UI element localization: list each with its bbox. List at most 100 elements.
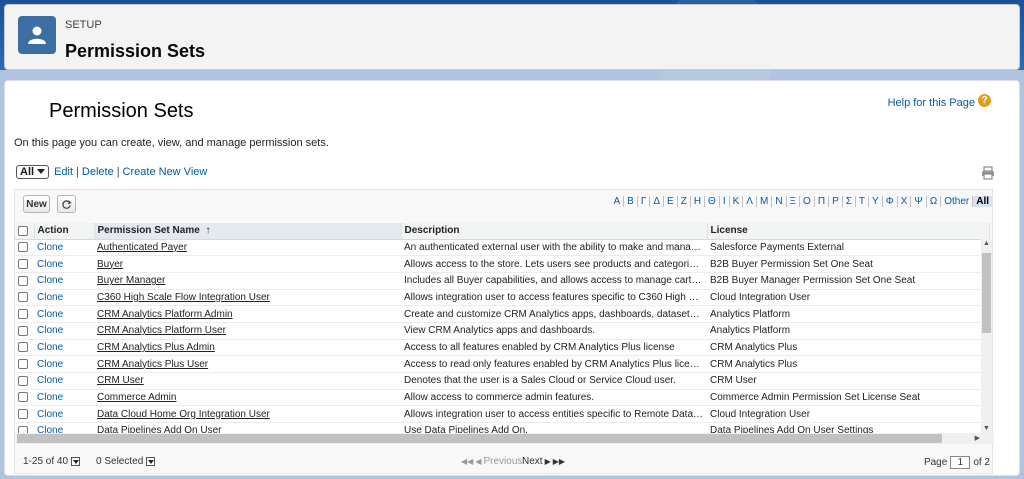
permission-set-name-link[interactable]: Buyer Manager [94,272,401,289]
scroll-right-icon[interactable]: ▶ [975,434,980,442]
alpha-filter-β[interactable]: Β [624,196,638,207]
permission-set-name-link[interactable]: Authenticated Payer [94,239,401,256]
edit-view-link[interactable]: Edit [54,166,73,178]
help-link[interactable]: Help for this Page [888,97,975,109]
help-icon[interactable]: ? [978,94,991,107]
refresh-button[interactable] [57,195,76,213]
column-permission-set-name[interactable]: Permission Set Name ↑ [94,223,402,240]
row-checkbox[interactable] [18,258,28,269]
license-cell: B2B Buyer Manager Permission Set One Sea… [710,275,916,287]
alpha-filter-ξ[interactable]: Ξ [787,196,801,207]
row-checkbox[interactable] [18,342,28,353]
clone-link[interactable]: Clone [37,292,63,303]
clone-link[interactable]: Clone [37,325,63,336]
selection-select[interactable]: 0 Selected [96,456,156,467]
column-action: Action [34,223,95,240]
table-row: Clone CRM Analytics Platform Admin Create … [15,305,989,323]
chevron-down-icon [37,169,46,174]
delete-view-link[interactable]: Delete [82,166,114,178]
row-checkbox[interactable] [18,275,28,286]
row-checkbox[interactable] [18,308,28,319]
previous-page[interactable]: ◀◀ ◀ Previous [461,456,522,467]
list-toolbar: New A Β Γ Δ Ε Ζ Η Θ Ι Κ Λ Μ Ν Ξ Ο Π Ρ Σ Τ Υ Φ Χ Ψ Ω Other All [15,190,992,220]
printer-icon[interactable] [981,166,995,185]
row-select-cell [15,373,34,390]
alpha-filter-other[interactable]: Other [941,196,974,207]
alpha-filter-ν[interactable]: Ν [772,196,787,207]
permission-set-name-link[interactable]: CRM Analytics Platform Admin [94,306,401,323]
column-description[interactable]: Description [401,223,708,240]
row-checkbox[interactable] [18,325,28,336]
intro-text: On this page you can create, view, and m… [14,137,329,149]
clone-link[interactable]: Clone [37,242,63,253]
clone-link[interactable]: Clone [37,375,63,386]
clone-link[interactable]: Clone [37,309,63,320]
alpha-filter-π[interactable]: Π [815,196,830,207]
clone-link[interactable]: Clone [37,342,63,353]
permission-set-name-link[interactable]: Data Cloud Home Org Integration User [94,406,401,423]
view-select[interactable]: All [16,165,50,179]
alpha-filter-ο[interactable]: Ο [800,196,815,207]
alpha-filter-ζ[interactable]: Ζ [678,196,691,207]
select-all-checkbox[interactable] [18,225,28,236]
row-checkbox[interactable] [18,392,28,403]
alpha-filter-ω[interactable]: Ω [927,196,942,207]
permission-set-name-link[interactable]: CRM User [94,373,401,390]
horizontal-scroll-thumb[interactable] [17,434,942,443]
previous-label: Previous [483,456,523,467]
alpha-filter-μ[interactable]: Μ [757,196,773,207]
clone-link[interactable]: Clone [37,359,63,370]
alpha-filter-δ[interactable]: Δ [650,196,665,207]
alpha-filter-γ[interactable]: Γ [638,196,651,207]
scroll-down-icon[interactable]: ▼ [983,425,990,432]
alpha-filter-ρ[interactable]: Ρ [829,196,843,207]
permission-set-name-link[interactable]: CRM Analytics Plus User [94,356,401,373]
alpha-filter-η[interactable]: Η [691,196,706,207]
row-checkbox[interactable] [18,242,28,253]
record-range: 1-25 of 40 [23,456,69,467]
alpha-filter-τ[interactable]: Τ [856,196,870,207]
permission-set-name-link[interactable]: CRM Analytics Platform User [94,322,401,339]
action-cell: Clone [34,306,94,323]
alpha-filter-σ[interactable]: Σ [843,196,856,207]
row-checkbox[interactable] [18,409,28,420]
clone-link[interactable]: Clone [37,409,63,420]
alpha-filter-χ[interactable]: Χ [898,196,912,207]
description-cell: Access to all features enabled by CRM An… [404,341,675,353]
alpha-filter-λ[interactable]: Λ [743,196,757,207]
alpha-filter-φ[interactable]: Φ [883,196,898,207]
vertical-scroll-thumb[interactable] [982,253,991,333]
row-checkbox[interactable] [18,359,28,370]
alpha-filter-all[interactable]: All [973,196,992,207]
permission-set-name-link[interactable]: Commerce Admin [94,389,401,406]
row-checkbox[interactable] [18,375,28,386]
permission-set-name-link[interactable]: C360 High Scale Flow Integration User [94,289,401,306]
permission-sets-table: Action Permission Set Name ↑ Description… [15,223,990,440]
clone-link[interactable]: Clone [37,259,63,270]
create-view-link[interactable]: Create New View [123,166,208,178]
next-page[interactable]: Next ▶ ▶▶ [522,456,565,467]
alpha-filter-ψ[interactable]: Ψ [911,196,927,207]
alpha-filter-υ[interactable]: Υ [869,196,883,207]
action-cell: Clone [34,373,94,390]
clone-link[interactable]: Clone [37,275,63,286]
alpha-filter-ε[interactable]: Ε [664,196,678,207]
refresh-icon [62,199,72,209]
page-size-select[interactable]: 1-25 of 40 [23,456,81,467]
alpha-filter-κ[interactable]: Κ [730,196,744,207]
description-cell: Includes all Buyer capabilities, and all… [404,275,707,287]
new-button[interactable]: New [23,195,50,213]
scroll-up-icon[interactable]: ▲ [983,240,990,247]
description-cell: View CRM Analytics apps and dashboards. [404,325,596,337]
permission-set-name-link[interactable]: Buyer [94,256,401,273]
clone-link[interactable]: Clone [37,392,63,403]
row-checkbox[interactable] [18,292,28,303]
alpha-filter-θ[interactable]: Θ [705,196,720,207]
alpha-filter-a[interactable]: A [610,196,625,207]
horizontal-scrollbar[interactable]: ▶ [15,433,994,444]
vertical-scrollbar[interactable]: ▲ ▼ [981,239,992,433]
alpha-filter-ι[interactable]: Ι [720,196,730,207]
column-license[interactable]: License [707,223,990,240]
page-number-input[interactable]: 1 [950,456,971,469]
permission-set-name-link[interactable]: CRM Analytics Plus Admin [94,339,401,356]
